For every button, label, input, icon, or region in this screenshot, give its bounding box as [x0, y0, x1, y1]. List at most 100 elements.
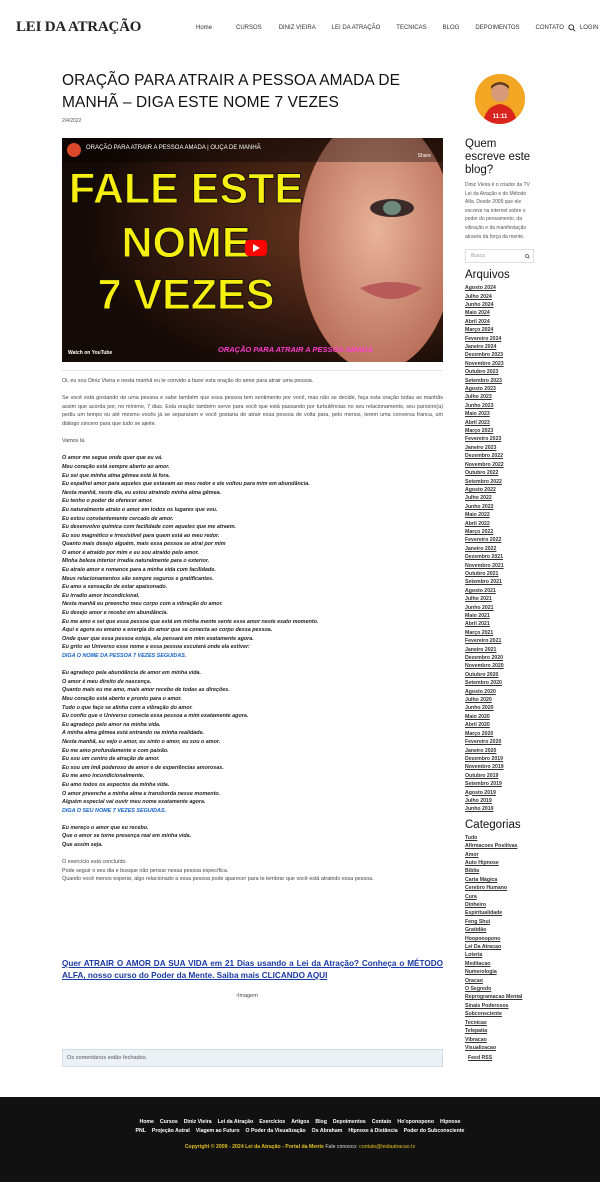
archive-link[interactable]: Agosto 2023 — [465, 385, 537, 393]
play-button[interactable] — [245, 240, 267, 256]
archive-link[interactable]: Julho 2024 — [465, 293, 537, 301]
category-link[interactable]: Gratidão — [465, 926, 537, 934]
video-embed[interactable]: ORAÇÃO PARA ATRAIR A PESSOA AMADA | OUÇA… — [62, 138, 443, 362]
category-link[interactable]: Cura — [465, 893, 537, 901]
contact-email-link[interactable]: contato@leidaatracao.tv — [359, 1144, 415, 1150]
archive-link[interactable]: Janeiro 2024 — [465, 343, 537, 351]
archive-link[interactable]: Julho 2023 — [465, 393, 537, 401]
archive-link[interactable]: Março 2022 — [465, 528, 537, 536]
footer-nav-link[interactable]: Exercícios — [259, 1119, 285, 1125]
archive-link[interactable]: Outubro 2020 — [465, 671, 537, 679]
footer-nav-link[interactable]: Depoimentos — [333, 1119, 366, 1125]
archive-link[interactable]: Maio 2021 — [465, 612, 537, 620]
archive-link[interactable]: Dezembro 2021 — [465, 553, 537, 561]
search-icon[interactable] — [568, 24, 576, 32]
category-link[interactable]: Cerebro Humano — [465, 884, 537, 892]
category-link[interactable]: Meditacao — [465, 960, 537, 968]
footer-nav-link[interactable]: PNL — [136, 1128, 146, 1134]
archive-link[interactable]: Novembro 2023 — [465, 360, 537, 368]
archive-link[interactable]: Fevereiro 2024 — [465, 335, 537, 343]
archive-link[interactable]: Agosto 2021 — [465, 587, 537, 595]
archive-link[interactable]: Abril 2024 — [465, 318, 537, 326]
category-link[interactable]: Tudo — [465, 834, 537, 842]
footer-nav-link[interactable]: Cursos — [160, 1119, 178, 1125]
archive-link[interactable]: Janeiro 2020 — [465, 747, 537, 755]
category-link[interactable]: Numerologia — [465, 968, 537, 976]
archive-link[interactable]: Janeiro 2023 — [465, 444, 537, 452]
archive-link[interactable]: Junho 2020 — [465, 704, 537, 712]
category-link[interactable]: Bíblia — [465, 867, 537, 875]
category-link[interactable]: Dinheiro — [465, 901, 537, 909]
archive-link[interactable]: Fevereiro 2020 — [465, 738, 537, 746]
category-link[interactable]: Visualizacao — [465, 1044, 537, 1052]
archive-link[interactable]: Abril 2021 — [465, 620, 537, 628]
archive-link[interactable]: Fevereiro 2023 — [465, 435, 537, 443]
footer-nav-link[interactable]: Contato — [372, 1119, 392, 1125]
archive-link[interactable]: Setembro 2019 — [465, 780, 537, 788]
nav-item-home[interactable]: Home — [196, 25, 212, 31]
archive-link[interactable]: Junho 2023 — [465, 402, 537, 410]
archive-link[interactable]: Outubro 2023 — [465, 368, 537, 376]
category-link[interactable]: Sinais Poderosos — [465, 1002, 537, 1010]
archive-link[interactable]: Maio 2023 — [465, 410, 537, 418]
video-title[interactable]: ORAÇÃO PARA ATRAIR A PESSOA AMADA | OUÇA… — [86, 145, 261, 151]
footer-nav-link[interactable]: Home — [140, 1119, 154, 1125]
archive-link[interactable]: Dezembro 2020 — [465, 654, 537, 662]
nav-item-lei-da-atracao[interactable]: LEI DA ATRAÇÃO — [332, 25, 381, 31]
archive-link[interactable]: Novembro 2021 — [465, 562, 537, 570]
category-link[interactable]: Tecnicas — [465, 1019, 537, 1027]
footer-nav-link[interactable]: Poder do Subconsciente — [404, 1128, 465, 1134]
archive-link[interactable]: Fevereiro 2022 — [465, 536, 537, 544]
category-link[interactable]: Reprogramacao Mental — [465, 993, 537, 1001]
nav-item-depoimentos[interactable]: DEPOIMENTOS — [475, 25, 519, 31]
footer-nav-link[interactable]: Lei da Atração — [218, 1119, 254, 1125]
footer-nav-link[interactable]: Os Abraham — [312, 1128, 343, 1134]
footer-nav-link[interactable]: Diniz Vieira — [184, 1119, 212, 1125]
category-link[interactable]: Carta Mágica — [465, 876, 537, 884]
archive-link[interactable]: Outubro 2019 — [465, 772, 537, 780]
footer-nav-link[interactable]: Blog — [315, 1119, 327, 1125]
archive-link[interactable]: Dezembro 2019 — [465, 755, 537, 763]
feed-rss-link[interactable]: Feed RSS — [465, 1054, 537, 1062]
archive-link[interactable]: Outubro 2021 — [465, 570, 537, 578]
cta-link[interactable]: Quer ATRAIR O AMOR DA SUA VIDA em 21 Dia… — [62, 958, 443, 982]
archive-link[interactable]: Maio 2020 — [465, 713, 537, 721]
category-link[interactable]: Subconsciente — [465, 1010, 537, 1018]
archive-link[interactable]: Setembro 2023 — [465, 377, 537, 385]
nav-item-login[interactable]: LOGIN — [580, 25, 599, 31]
category-link[interactable]: Oracao — [465, 977, 537, 985]
category-link[interactable]: Hooponopono — [465, 935, 537, 943]
archive-link[interactable]: Agosto 2019 — [465, 789, 537, 797]
archive-link[interactable]: Janeiro 2021 — [465, 646, 537, 654]
archive-link[interactable]: Outubro 2022 — [465, 469, 537, 477]
nav-item-cursos[interactable]: CURSOS — [236, 25, 262, 31]
footer-nav-link[interactable]: O Poder da Visualização — [246, 1128, 306, 1134]
archive-link[interactable]: Janeiro 2022 — [465, 545, 537, 553]
archive-link[interactable]: Abril 2022 — [465, 520, 537, 528]
category-link[interactable]: Lei Da Atracao — [465, 943, 537, 951]
nav-item-contato[interactable]: CONTATO — [536, 25, 564, 31]
category-link[interactable]: Vibracao — [465, 1036, 537, 1044]
archive-link[interactable]: Junho 2019 — [465, 805, 537, 813]
category-link[interactable]: Feng Shui — [465, 918, 537, 926]
footer-nav-link[interactable]: Artigos — [291, 1119, 309, 1125]
search-icon[interactable] — [525, 254, 530, 259]
sidebar-search-input[interactable]: Busca — [465, 249, 534, 264]
watch-on-youtube[interactable]: Watch on YouTube — [68, 350, 112, 356]
archive-link[interactable]: Junho 2024 — [465, 301, 537, 309]
nav-item-diniz-vieira[interactable]: DINIZ VIEIRA — [279, 25, 316, 31]
archive-link[interactable]: Abril 2023 — [465, 419, 537, 427]
footer-nav-link[interactable]: Viagem ao Futuro — [196, 1128, 240, 1134]
site-logo[interactable]: LEI DA ATRAÇÃO — [16, 19, 141, 36]
archive-link[interactable]: Novembro 2019 — [465, 763, 537, 771]
footer-nav-link[interactable]: Ho'oponopono — [397, 1119, 434, 1125]
category-link[interactable]: Amor — [465, 851, 537, 859]
archive-link[interactable]: Março 2021 — [465, 629, 537, 637]
category-link[interactable]: Auto Hipnose — [465, 859, 537, 867]
archive-link[interactable]: Julho 2019 — [465, 797, 537, 805]
category-link[interactable]: O Segredo — [465, 985, 537, 993]
archive-link[interactable]: Abril 2020 — [465, 721, 537, 729]
archive-link[interactable]: Novembro 2022 — [465, 461, 537, 469]
category-link[interactable]: Espiritualidade — [465, 909, 537, 917]
footer-nav-link[interactable]: Hipnose — [440, 1119, 460, 1125]
